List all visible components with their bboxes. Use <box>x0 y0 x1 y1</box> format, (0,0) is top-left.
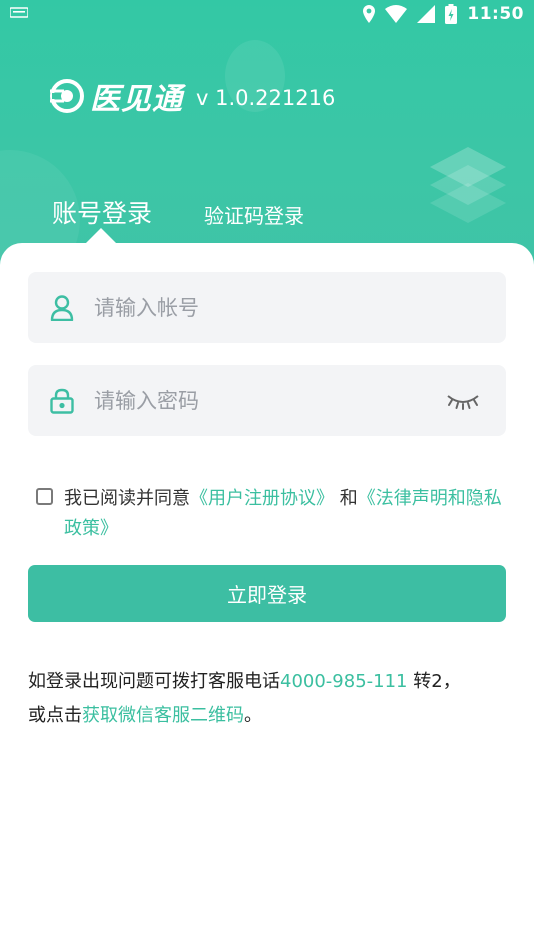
login-button[interactable]: 立即登录 <box>28 565 506 622</box>
eye-closed-icon[interactable] <box>446 392 480 410</box>
account-input[interactable] <box>94 272 424 343</box>
account-field[interactable] <box>28 272 506 343</box>
user-icon <box>50 295 74 321</box>
password-field[interactable] <box>28 365 506 436</box>
keyboard-icon <box>10 7 28 18</box>
help-text-2: 转2， <box>407 671 461 692</box>
lock-icon <box>50 388 74 414</box>
version-label: v 1.0.221216 <box>196 86 336 110</box>
agreement-checkbox[interactable] <box>36 488 53 505</box>
help-text-3: 或点击 <box>28 705 82 726</box>
status-time: 11:50 <box>467 4 524 24</box>
agreement-and: 和 <box>334 488 358 509</box>
logo-text: 医见通 <box>90 82 183 117</box>
wechat-qrcode-link[interactable]: 获取微信客服二维码 <box>82 705 244 726</box>
help-text-4: 。 <box>244 705 262 726</box>
help-text: 如登录出现问题可拨打客服电话4000-985-111 转2， 或点击获取微信客服二… <box>28 665 508 733</box>
header-banner: 11:50 医见通 v 1.0.221216 账号登录 验证码登录 <box>0 0 534 270</box>
agreement-prefix: 我已阅读并同意 <box>64 488 190 509</box>
app-logo: 医见通 <box>50 76 183 117</box>
signal-icon <box>417 5 436 23</box>
help-text-1: 如登录出现问题可拨打客服电话 <box>28 671 280 692</box>
layers-decoration-icon <box>430 147 506 223</box>
agreement-text: 我已阅读并同意《用户注册协议》 和《法律声明和隐私政策》 <box>64 484 504 544</box>
location-icon <box>363 5 376 23</box>
tab-sms-login[interactable]: 验证码登录 <box>204 200 304 229</box>
status-bar: 11:50 <box>0 0 534 28</box>
tab-account-login[interactable]: 账号登录 <box>52 194 152 230</box>
wifi-icon <box>385 5 408 23</box>
user-agreement-link[interactable]: 《用户注册协议》 <box>190 488 334 509</box>
active-tab-indicator <box>86 228 116 243</box>
password-input[interactable] <box>94 365 424 436</box>
battery-icon <box>445 4 458 24</box>
hotline-link[interactable]: 4000-985-111 <box>280 671 408 692</box>
logo-mark-icon <box>50 79 84 113</box>
